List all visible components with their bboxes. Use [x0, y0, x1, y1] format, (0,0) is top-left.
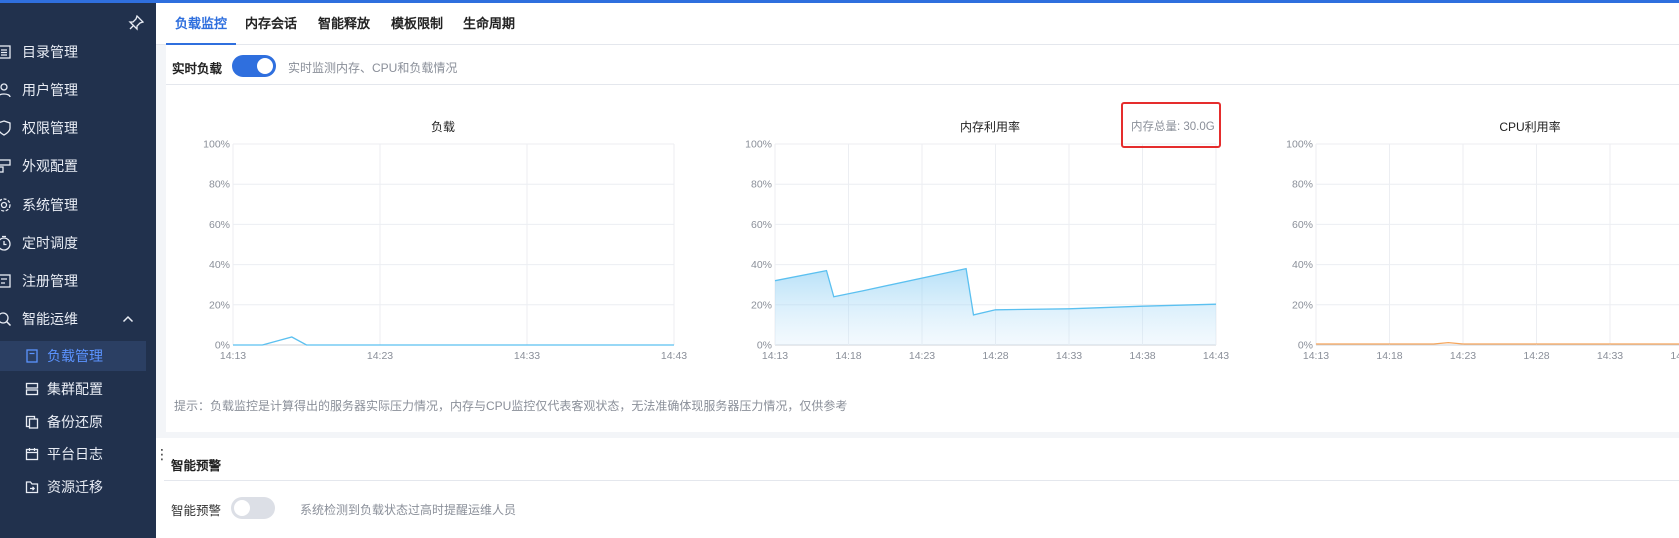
- y-tick-label: 100%: [1286, 139, 1313, 151]
- chart-title-cpu: CPU利用率: [1499, 120, 1561, 134]
- y-tick-label: 80%: [751, 179, 772, 191]
- x-tick-label: 14:33: [1056, 350, 1082, 362]
- x-tick-label: 14:23: [1450, 350, 1476, 362]
- x-tick-label: 14:23: [909, 350, 935, 362]
- x-tick-label: 14:13: [1303, 350, 1329, 362]
- y-tick-label: 100%: [203, 139, 230, 151]
- x-tick-label: 14:33: [1597, 350, 1623, 362]
- y-tick-label: 40%: [751, 259, 772, 271]
- x-tick-label: 14:23: [367, 350, 393, 362]
- y-tick-label: 80%: [1292, 179, 1313, 191]
- y-tick-label: 40%: [209, 259, 230, 271]
- y-tick-label: 20%: [209, 299, 230, 311]
- y-tick-label: 60%: [1292, 219, 1313, 231]
- y-tick-label: 60%: [209, 219, 230, 231]
- x-tick-label: 14:18: [835, 350, 861, 362]
- y-tick-label: 80%: [209, 179, 230, 191]
- y-tick-label: 20%: [751, 299, 772, 311]
- series-line: [233, 336, 674, 346]
- x-tick-label: 14:28: [982, 350, 1008, 362]
- chart-title-load: 负载: [430, 120, 455, 134]
- x-tick-label: 14:43: [1203, 350, 1229, 362]
- x-tick-label: 14:13: [220, 350, 246, 362]
- y-tick-label: 100%: [745, 139, 772, 151]
- chart-title-memory: 内存利用率: [959, 120, 1020, 134]
- y-tick-label: 20%: [1292, 299, 1313, 311]
- y-tick-label: 40%: [1292, 259, 1313, 271]
- x-tick-label: 14:38: [1670, 350, 1679, 362]
- x-tick-label: 14:43: [661, 350, 687, 362]
- x-tick-label: 14:13: [762, 350, 788, 362]
- x-tick-label: 14:38: [1129, 350, 1155, 362]
- series-line: [1316, 341, 1679, 345]
- y-tick-label: 60%: [751, 219, 772, 231]
- x-tick-label: 14:33: [514, 350, 540, 362]
- x-tick-label: 14:18: [1376, 350, 1402, 362]
- drag-handle-icon[interactable]: ⋮: [155, 446, 169, 463]
- x-tick-label: 14:28: [1523, 350, 1549, 362]
- memory-total-label: 内存总量: 30.0G: [1131, 121, 1215, 133]
- charts-area: 100%80%60%40%20%0%14:13 14:23 14:33 14:4310…: [203, 139, 1679, 362]
- load-monitor-tip: 提示：负载监控是计算得出的服务器实际压力情况，内存与CPU监控仅代表客观状态，无…: [174, 399, 848, 413]
